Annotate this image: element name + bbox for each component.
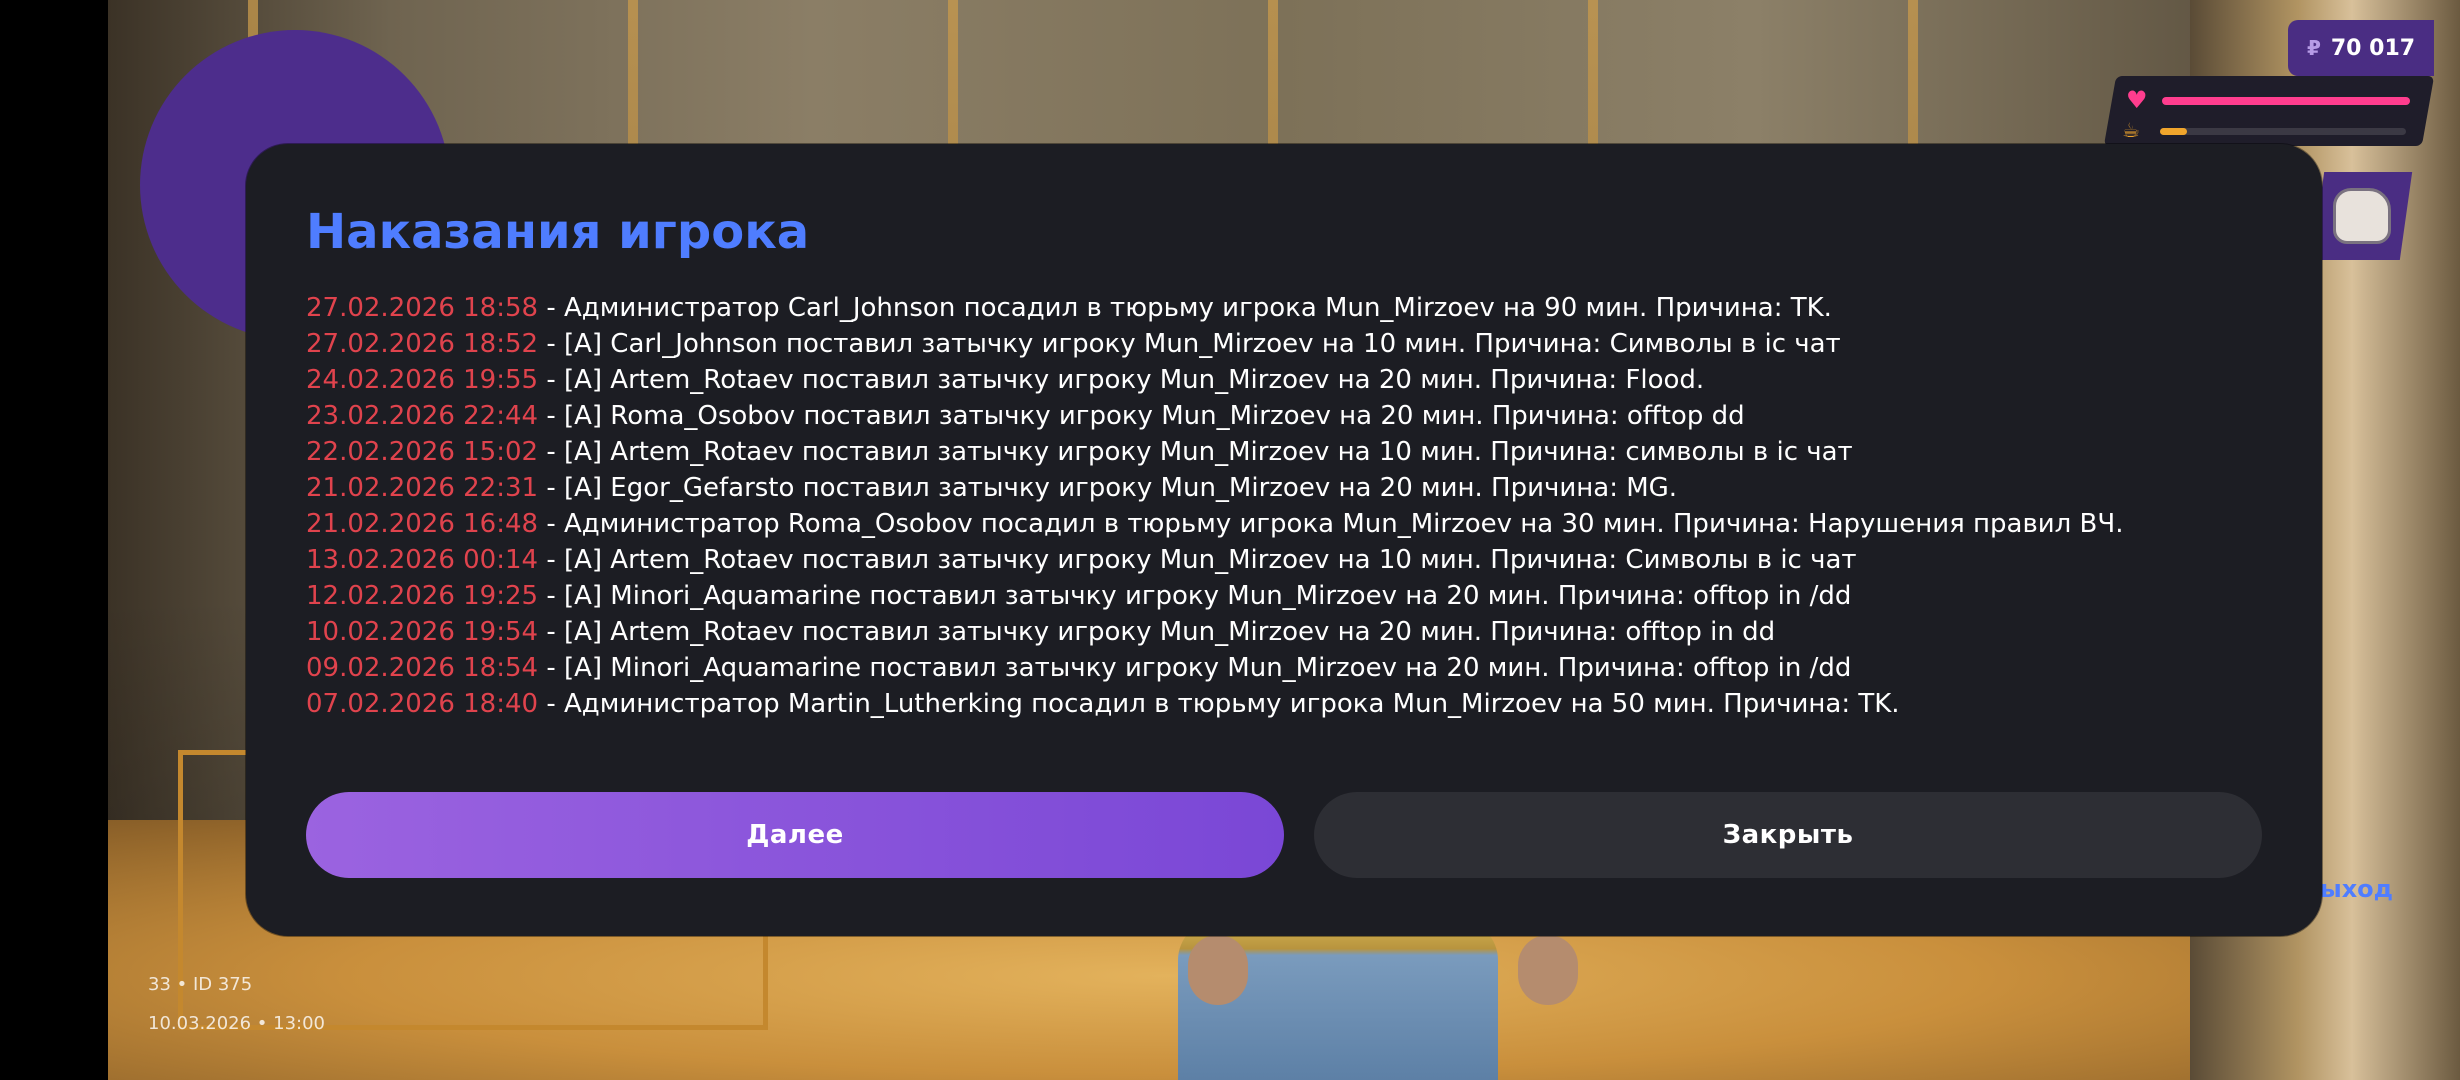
log-entry-date: 21.02.2026 22:31 (306, 473, 539, 503)
log-entry-text: - [A] Egor_Gefarsto поставил затычку игр… (538, 473, 1678, 503)
punishment-log: 27.02.2026 18:58 - Администратор Carl_Jo… (306, 290, 2286, 722)
log-entry: 22.02.2026 15:02 - [A] Artem_Rotaev пост… (306, 434, 2286, 470)
log-entry: 09.02.2026 18:54 - [A] Minori_Aquamarine… (306, 650, 2286, 686)
heart-icon: ♥ (2126, 86, 2148, 114)
money-amount: 70 017 (2330, 35, 2416, 61)
money-display: ₽ 70 017 (2288, 20, 2434, 76)
log-entry: 12.02.2026 19:25 - [A] Minori_Aquamarine… (306, 578, 2286, 614)
next-button[interactable]: Далее (306, 792, 1284, 878)
log-entry-text: - [A] Artem_Rotaev поставил затычку игро… (538, 545, 1857, 575)
hunger-bar (2160, 128, 2188, 135)
log-entry-text: - Администратор Roma_Osobov посадил в тю… (538, 509, 2124, 539)
log-entry-date: 09.02.2026 18:54 (306, 653, 539, 683)
punishments-dialog: Наказания игрока 27.02.2026 18:58 - Адми… (246, 144, 2322, 936)
log-entry-date: 10.02.2026 19:54 (306, 617, 539, 647)
fist-icon (2333, 188, 2391, 244)
log-entry-date: 27.02.2026 18:58 (306, 293, 539, 323)
log-entry-text: - Администратор Carl_Johnson посадил в т… (538, 293, 1832, 323)
log-entry-date: 12.02.2026 19:25 (306, 581, 539, 611)
exit-link[interactable]: ыход (2320, 875, 2393, 903)
log-entry: 27.02.2026 18:58 - Администратор Carl_Jo… (306, 290, 2286, 326)
weapon-slot[interactable] (2311, 172, 2413, 260)
log-entry: 13.02.2026 00:14 - [A] Artem_Rotaev пост… (306, 542, 2286, 578)
log-entry-date: 24.02.2026 19:55 (306, 365, 539, 395)
log-entry: 21.02.2026 22:31 - [A] Egor_Gefarsto пос… (306, 470, 2286, 506)
log-entry: 07.02.2026 18:40 - Администратор Martin_… (306, 686, 2286, 722)
log-entry-date: 21.02.2026 16:48 (306, 509, 539, 539)
log-entry-date: 23.02.2026 22:44 (306, 401, 539, 431)
log-entry-text: - [A] Carl_Johnson поставил затычку игро… (538, 329, 1841, 359)
log-entry-text: - [A] Artem_Rotaev поставил затычку игро… (538, 617, 1776, 647)
hunger-bar-track (2160, 128, 2406, 135)
player-id-line: 33 • ID 375 (148, 974, 253, 995)
log-entry-text: - Администратор Martin_Lutherking посади… (538, 689, 1900, 719)
log-entry-text: - [A] Minori_Aquamarine поставил затычку… (538, 581, 1852, 611)
status-panel (2103, 76, 2435, 146)
cup-icon: ☕ (2122, 118, 2140, 142)
close-button[interactable]: Закрыть (1314, 792, 2262, 878)
log-entry: 24.02.2026 19:55 - [A] Artem_Rotaev пост… (306, 362, 2286, 398)
player-left-hand (1188, 935, 1248, 1005)
player-right-hand (1518, 935, 1578, 1005)
datetime-line: 10.03.2026 • 13:00 (148, 1013, 325, 1034)
dialog-title: Наказания игрока (306, 204, 810, 260)
log-entry-date: 07.02.2026 18:40 (306, 689, 539, 719)
log-entry-text: - [A] Roma_Osobov поставил затычку игрок… (538, 401, 1745, 431)
log-entry-text: - [A] Minori_Aquamarine поставил затычку… (538, 653, 1852, 683)
log-entry: 10.02.2026 19:54 - [A] Artem_Rotaev пост… (306, 614, 2286, 650)
log-entry: 23.02.2026 22:44 - [A] Roma_Osobov поста… (306, 398, 2286, 434)
log-entry: 21.02.2026 16:48 - Администратор Roma_Os… (306, 506, 2286, 542)
log-entry-text: - [A] Artem_Rotaev поставил затычку игро… (538, 365, 1705, 395)
log-entry-text: - [A] Artem_Rotaev поставил затычку игро… (538, 437, 1853, 467)
log-entry-date: 13.02.2026 00:14 (306, 545, 539, 575)
health-bar (2162, 97, 2410, 105)
log-entry-date: 22.02.2026 15:02 (306, 437, 539, 467)
ruble-icon: ₽ (2306, 36, 2321, 60)
log-entry-date: 27.02.2026 18:52 (306, 329, 539, 359)
log-entry: 27.02.2026 18:52 - [A] Carl_Johnson пост… (306, 326, 2286, 362)
